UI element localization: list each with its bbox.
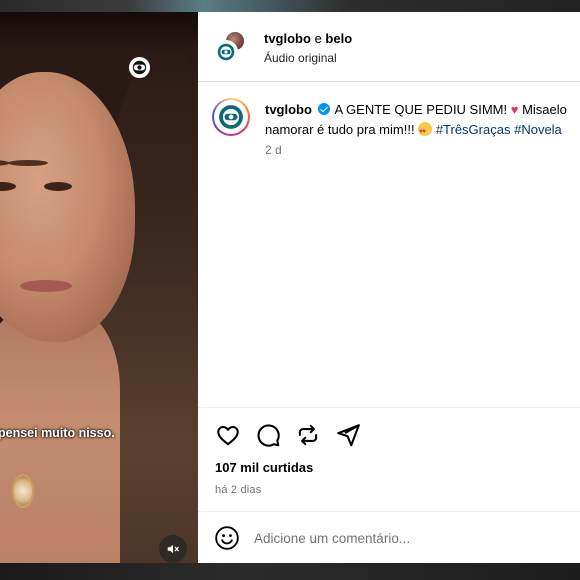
video-frame-lips	[20, 280, 72, 292]
like-count[interactable]: 107 mil curtidas	[215, 460, 313, 475]
globo-logo-icon	[217, 43, 235, 61]
mute-toggle-button[interactable]	[159, 535, 187, 563]
verified-badge-icon	[317, 103, 330, 115]
video-top-shade	[0, 12, 198, 52]
background-overlay-top	[0, 0, 580, 12]
username-link[interactable]: tvglobo	[264, 31, 311, 46]
hashtag-link[interactable]: #Novela	[514, 122, 562, 137]
video-subtitle: pensei muito nisso.	[0, 426, 115, 440]
video-frame-pendant	[12, 474, 34, 508]
collab-connector: e	[314, 31, 322, 46]
collab-names: tvglobo e belo	[264, 31, 352, 46]
audio-link[interactable]: Áudio original	[264, 51, 337, 65]
reel-video[interactable]: pensei muito nisso.	[0, 12, 198, 563]
post-header: tvglobo e belo Áudio original	[198, 12, 580, 82]
caption-timestamp[interactable]: 2 d	[265, 143, 282, 157]
instagram-post-viewer: pensei muito nisso. tvglobo e belo Áudio…	[0, 0, 580, 580]
caption-text: A GENTE QUE PEDIU SIMM!	[334, 102, 508, 117]
username-link[interactable]: belo	[325, 31, 352, 46]
avatar-tvglobo[interactable]	[214, 40, 238, 64]
emoji-picker-icon[interactable]	[214, 525, 240, 551]
comment-bar	[198, 511, 580, 564]
caption-username[interactable]: tvglobo	[265, 102, 312, 117]
video-frame-eye	[44, 182, 72, 191]
action-icons	[215, 422, 361, 448]
caption-text: namorar é tudo pra mim!!!	[265, 122, 415, 137]
comment-input[interactable]	[254, 526, 554, 550]
post-actions-section: 107 mil curtidas há 2 dias	[198, 407, 580, 563]
hashtag-link[interactable]: #TrêsGraças	[436, 122, 511, 137]
avatar-inner	[214, 100, 248, 134]
repost-icon[interactable]	[295, 422, 321, 448]
like-heart-icon[interactable]	[215, 422, 241, 448]
post-date: há 2 dias	[215, 484, 262, 496]
heart-emoji-icon: ♥	[510, 102, 519, 117]
globo-logo-icon	[219, 105, 243, 129]
collab-avatars[interactable]	[214, 30, 248, 64]
background-overlay-bottom	[0, 563, 580, 580]
heart-eyes-emoji-icon	[418, 122, 433, 142]
video-frame-brow	[8, 160, 48, 166]
globo-logo-watermark-icon	[128, 56, 151, 79]
post-details-panel: tvglobo e belo Áudio original tvglobo A …	[198, 12, 580, 563]
volume-muted-icon	[167, 544, 179, 554]
comment-icon[interactable]	[255, 422, 281, 448]
post-author-avatar[interactable]	[212, 98, 250, 136]
video-frame-face	[0, 72, 135, 342]
share-send-icon[interactable]	[335, 422, 361, 448]
caption-text: Misaelo	[522, 102, 567, 117]
post-caption: tvglobo A GENTE QUE PEDIU SIMM! ♥ Misael…	[265, 100, 580, 142]
